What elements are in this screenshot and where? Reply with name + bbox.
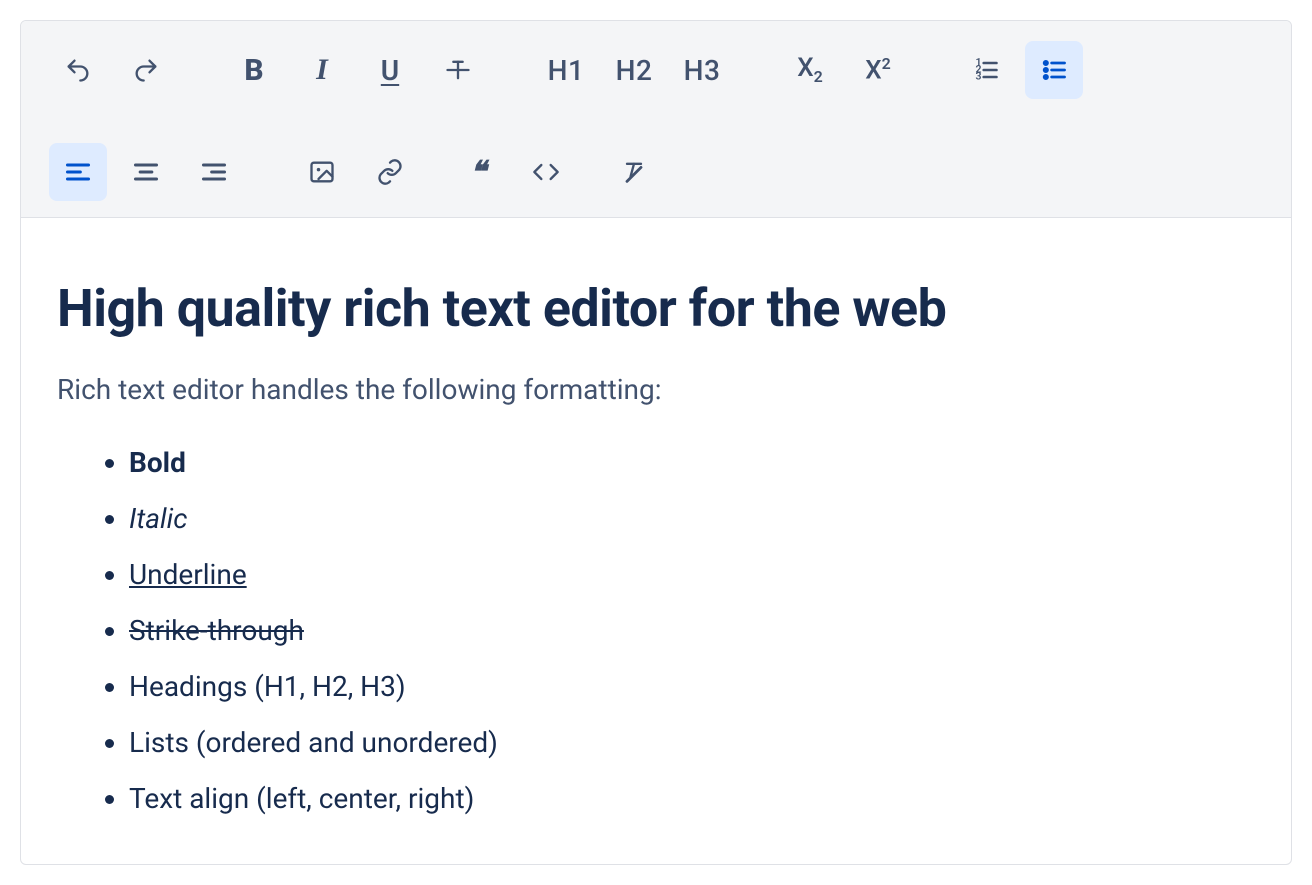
align-center-button[interactable]	[117, 143, 175, 201]
list-item: Strike-through	[129, 610, 1255, 652]
editor-content[interactable]: High quality rich text editor for the we…	[21, 218, 1291, 864]
script-group: X2 X2	[781, 41, 907, 99]
strikethrough-icon	[444, 56, 472, 84]
h3-button[interactable]: H3	[673, 41, 731, 99]
unordered-list-button[interactable]	[1025, 41, 1083, 99]
list-group: 1 2 3	[957, 41, 1083, 99]
list-item: Lists (ordered and unordered)	[129, 722, 1255, 764]
clear-format-icon	[620, 158, 648, 186]
clear-group	[605, 143, 663, 201]
quote-button[interactable]: ❝	[449, 143, 507, 201]
list-item: Italic	[129, 498, 1255, 540]
heading-group: H1 H2 H3	[537, 41, 731, 99]
link-button[interactable]	[361, 143, 419, 201]
quote-icon: ❝	[470, 155, 486, 190]
h1-button[interactable]: H1	[537, 41, 595, 99]
superscript-button[interactable]: X2	[849, 41, 907, 99]
strike-button[interactable]	[429, 41, 487, 99]
align-right-icon	[200, 158, 228, 186]
insert-group	[293, 143, 419, 201]
content-intro: Rich text editor handles the following f…	[57, 373, 1255, 406]
redo-button[interactable]	[117, 41, 175, 99]
h2-button[interactable]: H2	[605, 41, 663, 99]
subscript-button[interactable]: X2	[781, 41, 839, 99]
link-icon	[376, 158, 404, 186]
subscript-label: X2	[797, 53, 823, 86]
content-list: Bold Italic Underline Strike-through Hea…	[57, 442, 1255, 820]
italic-button[interactable]: I	[293, 41, 351, 99]
image-button[interactable]	[293, 143, 351, 201]
underline-button[interactable]: U	[361, 41, 419, 99]
list-item: Headings (H1, H2, H3)	[129, 666, 1255, 708]
align-left-icon	[64, 158, 92, 186]
undo-icon	[64, 56, 92, 84]
image-icon	[308, 158, 336, 186]
code-icon	[532, 158, 560, 186]
ordered-list-icon: 1 2 3	[972, 56, 1000, 84]
ordered-list-button[interactable]: 1 2 3	[957, 41, 1015, 99]
rich-text-editor: B I U H1 H2 H3 X2 X2 1	[20, 20, 1292, 865]
list-item: Text align (left, center, right)	[129, 778, 1255, 820]
list-item: Bold	[129, 442, 1255, 484]
list-item: Underline	[129, 554, 1255, 596]
undo-button[interactable]	[49, 41, 107, 99]
align-center-icon	[132, 158, 160, 186]
align-group	[49, 143, 243, 201]
bold-button[interactable]: B	[225, 41, 283, 99]
block-group: ❝	[449, 143, 575, 201]
text-style-group: B I U	[225, 41, 487, 99]
redo-icon	[132, 56, 160, 84]
superscript-label: X2	[865, 54, 891, 86]
align-right-button[interactable]	[185, 143, 243, 201]
content-heading: High quality rich text editor for the we…	[57, 278, 1255, 339]
clear-format-button[interactable]	[605, 143, 663, 201]
history-group	[49, 41, 175, 99]
svg-text:3: 3	[976, 69, 982, 82]
editor-toolbar: B I U H1 H2 H3 X2 X2 1	[21, 21, 1291, 218]
code-button[interactable]	[517, 143, 575, 201]
align-left-button[interactable]	[49, 143, 107, 201]
unordered-list-icon	[1040, 56, 1068, 84]
